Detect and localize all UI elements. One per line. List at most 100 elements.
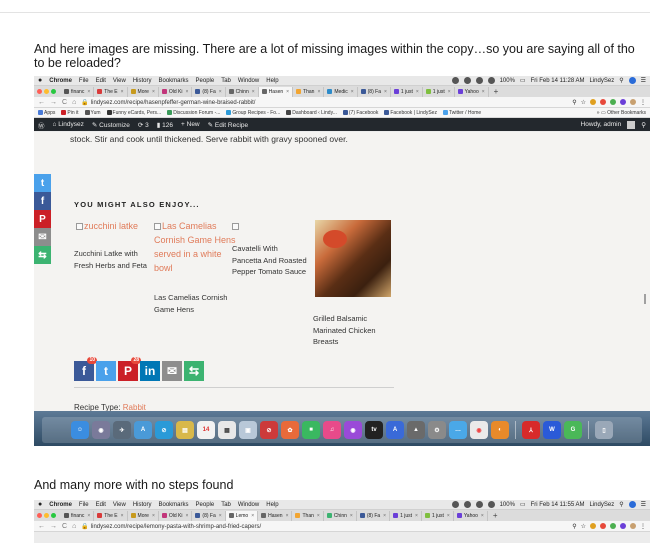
photos-icon[interactable]: ✿ (281, 421, 299, 439)
calendar-icon[interactable]: 14 (197, 421, 215, 439)
app-store-icon[interactable]: A (134, 421, 152, 439)
menu-file[interactable]: File (79, 78, 89, 84)
zoom-window-icon[interactable] (51, 513, 56, 518)
extension-pinterest-icon[interactable] (600, 99, 606, 105)
system-preferences-icon[interactable]: ⚙ (428, 421, 446, 439)
profile-avatar[interactable] (630, 99, 636, 105)
tab-close-icon[interactable]: × (86, 89, 90, 95)
home-icon[interactable]: ⌂ (72, 99, 76, 106)
extension-honey-icon[interactable] (590, 99, 596, 105)
related-1-title[interactable]: Zucchini Latke with Fresh Herbs and Feta (74, 248, 147, 271)
profile-avatar[interactable] (630, 523, 636, 529)
browser-tab[interactable]: (8) Fa × (192, 86, 226, 97)
wp-updates[interactable]: ⟳ 3 (138, 121, 149, 129)
wordpress-icon[interactable]: Ⓦ (38, 120, 45, 130)
xcode-icon[interactable]: A (386, 421, 404, 439)
tab-close-icon[interactable]: × (151, 513, 155, 519)
wp-site-link[interactable]: ⌂ Lindysez (53, 121, 84, 128)
tab-close-icon[interactable]: × (481, 89, 485, 95)
menu-window[interactable]: Window (238, 502, 259, 508)
news-icon[interactable]: ⊘ (260, 421, 278, 439)
menu-window[interactable]: Window (238, 78, 259, 84)
email-share-icon[interactable]: ✉ (34, 228, 51, 246)
tab-close-icon[interactable]: × (480, 513, 484, 519)
tab-close-icon[interactable]: × (350, 89, 354, 95)
apple-tv-icon[interactable]: tv (365, 421, 383, 439)
tab-close-icon[interactable]: × (151, 89, 155, 95)
tab-close-icon[interactable]: × (349, 513, 353, 519)
firefox-icon[interactable]: ◐ (491, 421, 509, 439)
tab-close-icon[interactable]: × (414, 513, 418, 519)
menu-bookmarks[interactable]: Bookmarks (159, 502, 189, 508)
browser-tab[interactable]: More × (127, 510, 159, 521)
wifi-icon[interactable] (487, 501, 495, 508)
bookmark-apps[interactable]: Apps (38, 110, 55, 116)
recipe-type-link[interactable]: Rabbit (123, 403, 146, 411)
bookmark-discussion-forum[interactable]: Discussion Forum -... (167, 110, 220, 116)
bookmark-star-icon[interactable]: ☆ (581, 99, 586, 106)
wp-howdy[interactable]: Howdy, admin (581, 121, 622, 128)
related-4-image[interactable] (315, 220, 391, 297)
reload-icon[interactable]: C (62, 523, 67, 530)
browser-tab[interactable]: Yahoo × (453, 510, 488, 521)
battery-level[interactable]: 100% (500, 78, 515, 84)
menu-bookmarks[interactable]: Bookmarks (159, 78, 189, 84)
tab-close-icon[interactable]: × (285, 513, 289, 519)
menu-tab[interactable]: Tab (221, 502, 231, 508)
notification-center-icon[interactable]: ☰ (641, 501, 646, 508)
menu-edit[interactable]: Edit (96, 502, 106, 508)
menubar-user[interactable]: LindySez (590, 78, 615, 84)
spotlight-icon[interactable]: ⚲ (619, 501, 623, 508)
browser-tab[interactable]: Old Ki × (158, 510, 193, 521)
bookmark-group-recipes[interactable]: Group Recipes - Fo... (226, 110, 280, 116)
pinterest-share-icon[interactable]: P (34, 210, 51, 228)
tab-close-icon[interactable]: × (316, 513, 320, 519)
battery-level[interactable]: 100% (500, 502, 515, 508)
facebook-share-icon[interactable]: f (34, 192, 51, 210)
preview-app-icon[interactable]: ▲ (407, 421, 425, 439)
wp-comments[interactable]: ▮ 126 (157, 121, 173, 129)
tab-close-icon[interactable]: × (285, 89, 289, 95)
related-4-title[interactable]: Grilled Balsamic Marinated Chicken Breasts (313, 313, 376, 348)
related-3-title[interactable]: Cavatelli With Pancetta And Roasted Pepper… (232, 243, 307, 278)
menubar-app[interactable]: Chrome (49, 78, 72, 84)
creative-cloud-icon[interactable] (451, 77, 459, 84)
chrome-menu-icon[interactable]: ⋮ (640, 99, 646, 106)
browser-tab[interactable]: Hasen × (258, 86, 294, 97)
forward-icon[interactable]: → (50, 523, 57, 530)
browser-tab[interactable]: financ × (61, 510, 95, 521)
wp-avatar[interactable] (627, 120, 636, 129)
browser-tab[interactable]: 1 just × (422, 86, 455, 97)
browser-tab[interactable]: (8) Fa × (356, 510, 391, 521)
close-window-icon[interactable] (37, 513, 42, 518)
menu-edit[interactable]: Edit (96, 78, 106, 84)
menu-tab[interactable]: Tab (221, 78, 231, 84)
back-icon[interactable]: ← (38, 99, 45, 106)
music-icon[interactable]: ♫ (323, 421, 341, 439)
menu-people[interactable]: People (196, 502, 215, 508)
browser-tab[interactable]: Hasen × (258, 510, 293, 521)
trash-icon[interactable]: ▯ (595, 421, 613, 439)
finder-icon[interactable]: ☺ (71, 421, 89, 439)
extension-green-icon[interactable] (610, 99, 616, 105)
twitter-share-button[interactable]: t (96, 361, 116, 381)
menu-history[interactable]: History (133, 78, 152, 84)
zoom-window-icon[interactable] (51, 89, 56, 94)
menubar-time[interactable]: Fri Feb 14 11:55 AM (531, 502, 585, 508)
linkedin-share-button[interactable]: in (140, 361, 160, 381)
tab-close-icon[interactable]: × (120, 89, 124, 95)
bookmark-other[interactable]: » ▭ Other Bookmarks (597, 110, 646, 116)
browser-tab[interactable]: (8) Fa × (357, 86, 391, 97)
apple-icon[interactable]: ● (38, 77, 42, 84)
browser-tab[interactable]: (8) Fa × (192, 510, 226, 521)
wp-new[interactable]: + New (181, 121, 200, 128)
scrollbar-thumb[interactable] (644, 294, 646, 304)
extension-pinterest-icon[interactable] (600, 523, 606, 529)
bookmark-pin-it[interactable]: Pin it (61, 110, 79, 116)
bookmark-dashboard[interactable]: Dashboard ‹ Lindy... (286, 110, 337, 116)
zoom-icon[interactable]: ⚲ (572, 523, 576, 530)
tab-close-icon[interactable]: × (250, 513, 254, 519)
tab-close-icon[interactable]: × (447, 89, 451, 95)
tab-close-icon[interactable]: × (446, 513, 450, 519)
browser-tab[interactable]: Old Ki × (158, 86, 193, 97)
